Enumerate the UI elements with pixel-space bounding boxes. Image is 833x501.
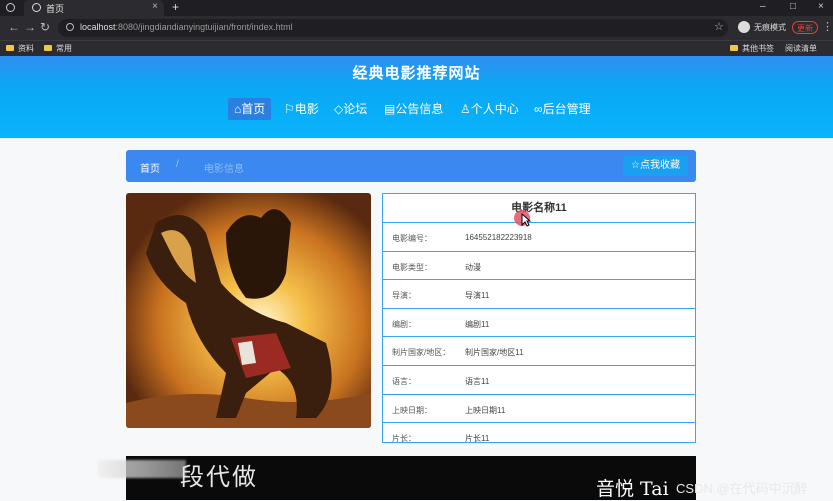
update-button[interactable]: 更新 [792,21,818,34]
tab-title: 首页 [46,4,65,14]
browser-menu-icon[interactable] [6,3,15,12]
link-icon: ∞ [534,102,543,116]
mouse-cursor-icon [521,213,531,227]
favorite-button[interactable]: ☆点我收藏 [623,156,688,176]
browser-tab[interactable]: 首页 × [24,0,164,16]
close-window-icon[interactable]: × [818,1,824,12]
reading-list[interactable]: 阅读清单 [785,43,817,54]
folder-icon [6,45,14,51]
movie-poster [126,193,371,428]
info-icon [66,23,74,31]
notice-icon: ▤ [384,102,396,116]
table-row: 导演： 导演11 [383,280,695,309]
reload-icon[interactable]: ↻ [40,20,50,34]
nav-admin[interactable]: ∞后台管理 [534,98,591,120]
browser-menu-dots-icon[interactable]: ⋮ [822,20,833,33]
address-bar-row: ← → ↻ localhost:8080/jingdiandianyingtui… [0,16,833,40]
forward-icon[interactable]: → [24,20,36,34]
poster-image [126,193,371,428]
site-title: 经典电影推荐网站 [352,65,481,82]
csdn-watermark: CSDN @在代码中沉醉 [676,481,808,496]
signature-overlay: 音悦 Tai [596,478,669,500]
breadcrumb: 首页 / 电影信息 ☆点我收藏 [126,150,696,182]
bookmark-star-icon[interactable]: ☆ [714,20,724,33]
table-row: 编剧： 编剧11 [383,309,695,338]
nav-movies[interactable]: ⚐电影 [284,98,319,120]
breadcrumb-current: 电影信息 [204,164,244,175]
browser-tabbar: 首页 × + – □ × [0,0,833,16]
tag-icon: ◇ [334,102,344,116]
globe-icon [32,3,41,12]
back-icon[interactable]: ← [8,20,20,34]
new-tab-button[interactable]: + [172,0,179,14]
table-row: 制片国家/地区： 制片国家/地区11 [383,337,695,366]
nav-forum[interactable]: ◇论坛 [334,98,367,120]
table-row: 电影编号： 1645521822239​18 [383,223,695,252]
bookmark-folder-changyong[interactable]: 常用 [44,43,72,54]
movie-name: 电影名称11 [383,194,695,223]
maximize-icon[interactable]: □ [790,1,796,12]
blurred-text [98,460,186,478]
profile-avatar-icon[interactable] [738,21,750,33]
nav-notice[interactable]: ▤公告信息 [384,98,443,120]
breadcrumb-home[interactable]: 首页 [140,160,160,175]
video-caption: 段代做 [180,464,258,491]
url-path: :8080/jingdiandianyingtuijian/front/inde… [115,22,293,32]
folder-icon [44,45,52,51]
flag-icon: ⚐ [284,102,295,116]
table-row: 电影类型： 动漫 [383,252,695,281]
url-host: localhost [80,22,116,32]
table-row: 上映日期： 上映日期11 [383,395,695,424]
bookmark-folder-other[interactable]: 其他书签 [730,43,774,54]
breadcrumb-separator: / [176,159,179,170]
bookmark-folder-ziliao[interactable]: 资料 [6,43,34,54]
folder-icon [730,45,738,51]
table-row: 语言： 语言11 [383,366,695,395]
minimize-icon[interactable]: – [760,1,766,12]
url-input[interactable]: localhost:8080/jingdiandianyingtuijian/f… [58,19,728,37]
movie-info-table: 电影名称11 电影编号： 1645521822239​18 电影类型： 动漫 导演：… [382,193,696,443]
site-header: 经典电影推荐网站 [0,56,833,138]
bookmarks-bar: 资料 常用 其他书签 阅读清单 [0,40,833,56]
tab-close-icon[interactable]: × [152,1,158,12]
incognito-label: 无痕模式 [754,23,786,32]
user-icon: ♙ [460,102,471,116]
table-row: 片长： 片长11 [392,434,490,444]
nav-profile[interactable]: ♙个人中心 [460,98,519,120]
nav-home[interactable]: ⌂首页 [228,98,272,120]
